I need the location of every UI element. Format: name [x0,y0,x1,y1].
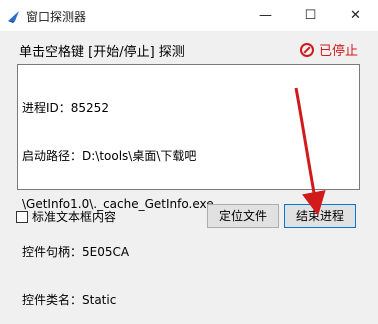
info-line-class: 控件类名：Static [22,293,117,307]
annotation-arrow-icon [294,87,326,216]
